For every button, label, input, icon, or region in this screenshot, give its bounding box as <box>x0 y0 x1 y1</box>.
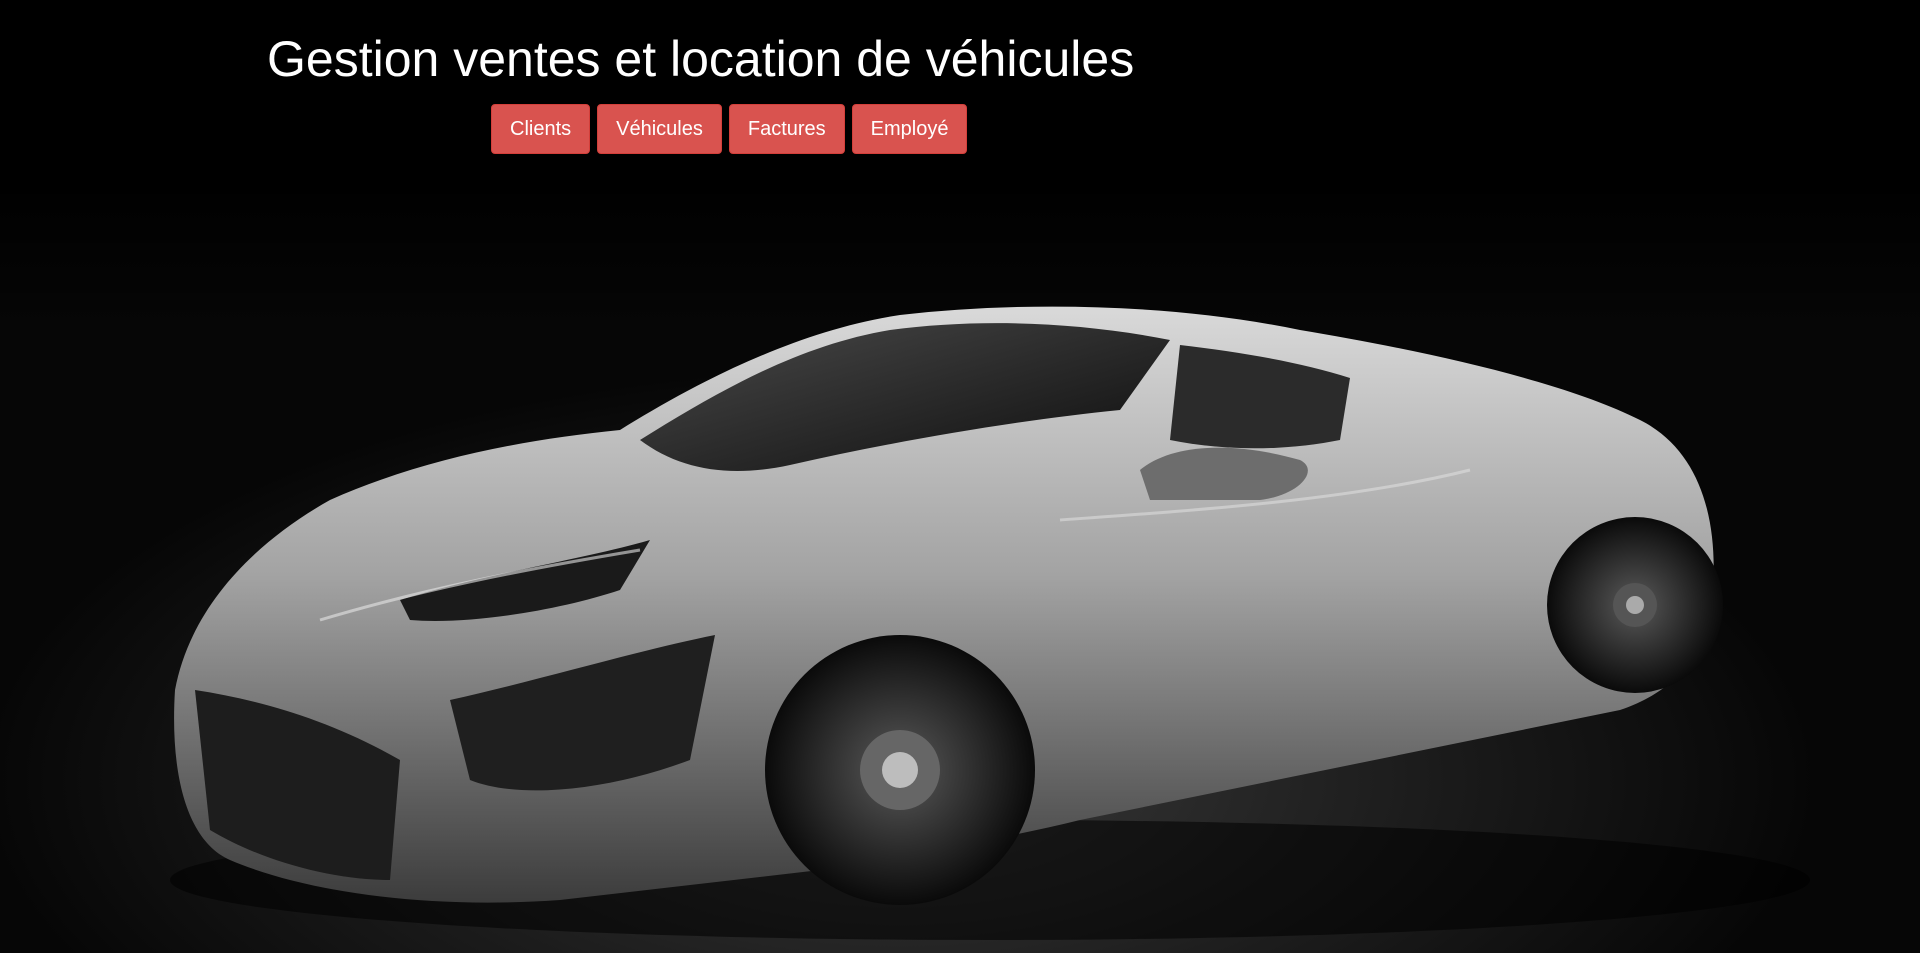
page-title: Gestion ventes et location de véhicules <box>267 31 1135 87</box>
nav-button-employe[interactable]: Employé <box>851 104 968 154</box>
nav-button-factures[interactable]: Factures <box>728 104 845 154</box>
page-header: Gestion ventes et location de véhicules … <box>0 0 1920 180</box>
nav-button-clients[interactable]: Clients <box>491 104 591 154</box>
main-nav: Clients Véhicules Factures Employé <box>491 104 968 154</box>
nav-button-vehicules[interactable]: Véhicules <box>597 104 722 154</box>
